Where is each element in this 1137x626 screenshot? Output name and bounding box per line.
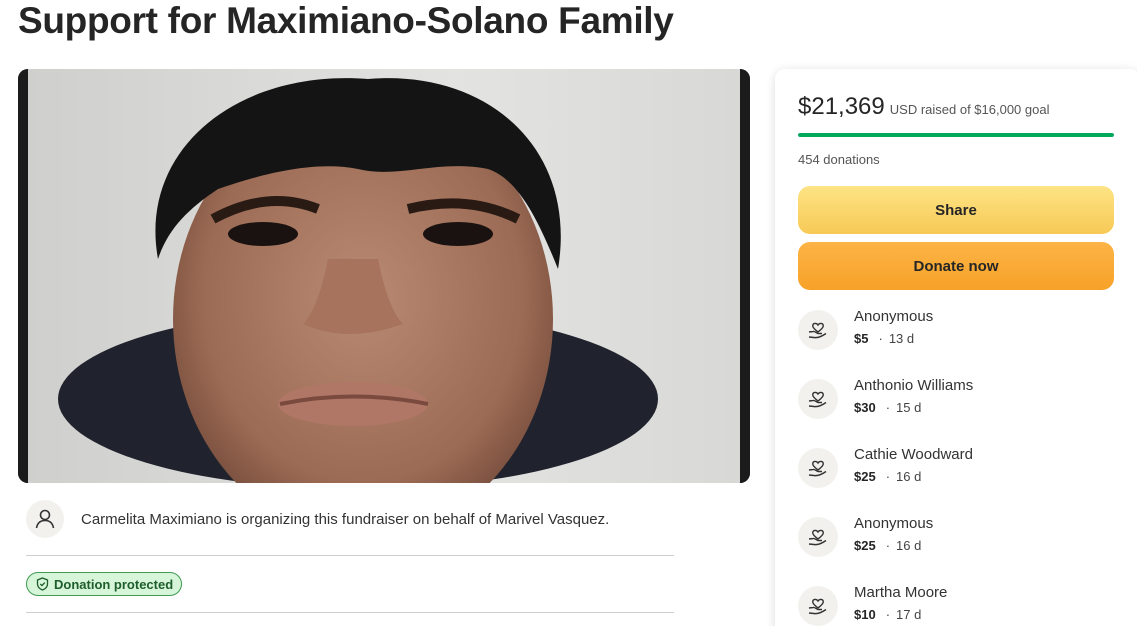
user-icon: [26, 500, 64, 538]
donor-name: Anthonio Williams: [854, 377, 974, 394]
donor-time: 13 d: [888, 331, 915, 346]
progress-bar: [798, 133, 1114, 137]
organizer-text: Carmelita Maximiano is organizing this f…: [81, 510, 610, 528]
donation-protected-badge[interactable]: Donation protected: [26, 572, 183, 596]
donor-name: Anonymous: [854, 515, 934, 532]
donor-time: 15 d: [896, 400, 922, 415]
donor-item: Cathie Woodward $25 · 16 d: [798, 446, 1098, 490]
campaign-photo[interactable]: [18, 69, 750, 483]
raised-summary: $21,369 USD raised of $16,000 goal: [798, 93, 1049, 121]
heart-hand-icon: [798, 448, 838, 488]
donor-meta: $10 · 17 d: [854, 607, 922, 622]
donor-amount: $25: [854, 469, 876, 484]
heart-hand-icon: [798, 379, 838, 419]
donor-item: Anthonio Williams $30 · 15 d: [798, 377, 1098, 421]
donor-meta: $30 · 15 d: [854, 400, 922, 415]
donor-meta: $25 · 16 d: [854, 538, 922, 553]
donor-name: Cathie Woodward: [854, 446, 973, 463]
donor-amount: $5: [854, 331, 869, 346]
donate-now-button[interactable]: Donate now: [798, 242, 1114, 290]
raised-amount: $21,369: [798, 93, 885, 120]
heart-hand-icon: [798, 586, 838, 626]
donor-name: Anonymous: [854, 308, 934, 325]
donor-time: 17 d: [896, 607, 922, 622]
donor-meta: $25 · 16 d: [854, 469, 922, 484]
share-button[interactable]: Share: [798, 186, 1114, 234]
badge-label: Donation protected: [54, 576, 174, 592]
shield-icon: [36, 577, 49, 591]
donor-item: Martha Moore $10 · 17 d: [798, 584, 1098, 626]
page-title: Support for Maximiano-Solano Family: [18, 0, 674, 41]
donor-time: 16 d: [896, 469, 922, 484]
donor-amount: $25: [854, 538, 876, 553]
donor-meta: $5 · 13 d: [854, 331, 915, 346]
donation-panel: $21,369 USD raised of $16,000 goal 454 d…: [775, 69, 1137, 626]
donor-amount: $10: [854, 607, 876, 622]
organizer-row: Carmelita Maximiano is organizing this f…: [26, 499, 674, 539]
heart-hand-icon: [798, 310, 838, 350]
donor-name: Martha Moore: [854, 584, 948, 601]
raised-goal-text: USD raised of $16,000 goal: [889, 102, 1050, 117]
progress-fill: [798, 133, 1114, 137]
donor-time: 16 d: [896, 538, 922, 553]
heart-hand-icon: [798, 517, 838, 557]
donation-count: 454 donations: [798, 152, 880, 167]
donor-amount: $30: [854, 400, 876, 415]
donor-item: Anonymous $5 · 13 d: [798, 308, 1098, 352]
divider: [26, 555, 674, 556]
donor-item: Anonymous $25 · 16 d: [798, 515, 1098, 559]
divider: [26, 612, 674, 613]
